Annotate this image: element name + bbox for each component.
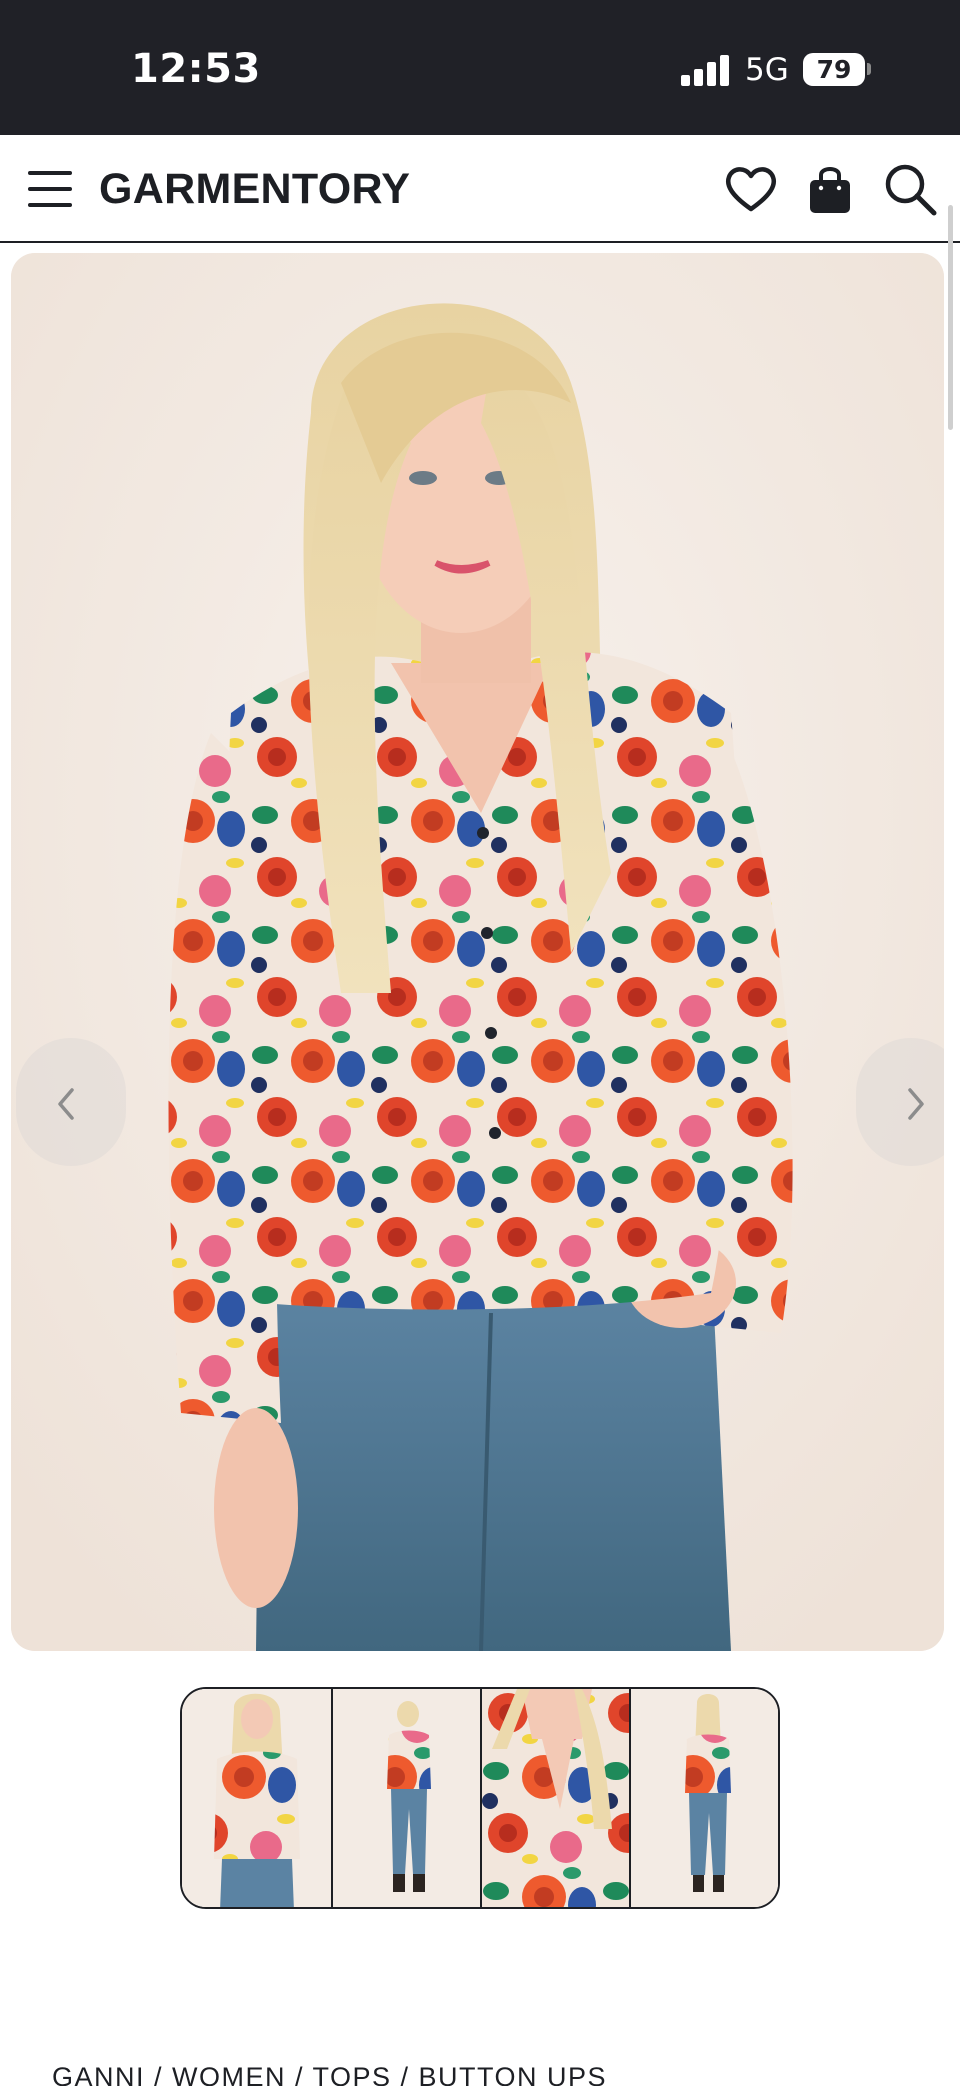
breadcrumb[interactable]: GANNI / WOMEN / TOPS / BUTTON UPS (52, 2062, 607, 2086)
status-time: 12:53 (131, 46, 261, 92)
next-image-button[interactable] (856, 1038, 944, 1166)
product-image[interactable] (11, 253, 944, 1651)
search-icon[interactable] (880, 159, 940, 219)
heart-icon[interactable] (721, 159, 781, 219)
network-label: 5G (745, 52, 789, 88)
brand-logo[interactable]: GARMENTORY (99, 165, 410, 214)
menu-icon[interactable] (28, 169, 72, 209)
shopping-bag-icon[interactable] (800, 159, 860, 219)
model-photo (11, 253, 944, 1651)
thumbnail-4[interactable] (628, 1689, 778, 1907)
thumbnail-1[interactable] (182, 1689, 331, 1907)
status-bar: 12:53 5G 79 (0, 0, 960, 135)
thumbnail-3[interactable] (479, 1689, 629, 1907)
thumbnail-strip (180, 1687, 780, 1909)
battery-level: 79 (816, 55, 852, 84)
chevron-right-icon (908, 1088, 924, 1120)
site-header: GARMENTORY (0, 135, 960, 243)
chevron-left-icon (58, 1088, 74, 1120)
previous-image-button[interactable] (16, 1038, 126, 1166)
signal-icon (681, 54, 731, 86)
thumbnail-2[interactable] (330, 1689, 480, 1907)
battery-cap (867, 63, 871, 75)
battery-icon: 79 (803, 53, 865, 86)
scrollbar[interactable] (948, 205, 953, 430)
